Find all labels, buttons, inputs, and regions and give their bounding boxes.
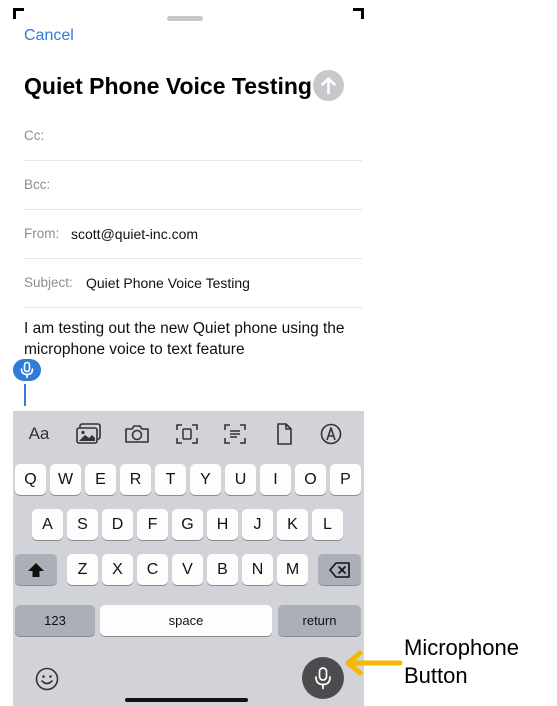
space-key[interactable]: space bbox=[100, 605, 272, 636]
key-v[interactable]: V bbox=[172, 554, 203, 585]
key-o[interactable]: O bbox=[295, 464, 326, 495]
message-body[interactable]: I am testing out the new Quiet phone usi… bbox=[24, 318, 364, 360]
scan-document-icon bbox=[176, 424, 198, 444]
key-a[interactable]: A bbox=[32, 509, 63, 540]
format-button[interactable]: Aa bbox=[23, 421, 55, 447]
microphone-icon bbox=[315, 667, 331, 690]
scan-text-icon bbox=[224, 424, 246, 444]
delete-key[interactable] bbox=[318, 554, 361, 585]
key-k[interactable]: K bbox=[277, 509, 308, 540]
sheet-grabber[interactable] bbox=[167, 16, 203, 21]
key-j[interactable]: J bbox=[242, 509, 273, 540]
attach-file-button[interactable] bbox=[268, 421, 300, 447]
screen-corner-mark bbox=[353, 8, 364, 19]
key-b[interactable]: B bbox=[207, 554, 238, 585]
key-f[interactable]: F bbox=[137, 509, 168, 540]
markup-button[interactable] bbox=[315, 421, 347, 447]
arrow-up-icon bbox=[321, 77, 336, 95]
cc-label: Cc: bbox=[24, 128, 45, 143]
key-s[interactable]: S bbox=[67, 509, 98, 540]
from-field[interactable]: From: scott@quiet-inc.com bbox=[24, 209, 362, 259]
key-i[interactable]: I bbox=[260, 464, 291, 495]
cc-field[interactable]: Cc: bbox=[24, 111, 362, 161]
camera-button[interactable] bbox=[121, 421, 153, 447]
markup-icon bbox=[320, 423, 342, 445]
keyboard: Aa Q W E R T Y U I O P A S D F G H J K L… bbox=[13, 411, 364, 706]
camera-icon bbox=[125, 425, 149, 443]
attach-file-icon bbox=[277, 423, 292, 445]
scan-text-button[interactable] bbox=[219, 421, 251, 447]
cancel-button[interactable]: Cancel bbox=[24, 27, 74, 45]
emoji-icon bbox=[35, 667, 59, 691]
microphone-icon bbox=[20, 361, 34, 379]
key-d[interactable]: D bbox=[102, 509, 133, 540]
key-n[interactable]: N bbox=[242, 554, 273, 585]
bcc-label: Bcc: bbox=[24, 177, 51, 192]
annotation-label: Microphone Button bbox=[404, 635, 519, 688]
from-value: scott@quiet-inc.com bbox=[71, 226, 199, 242]
key-x[interactable]: X bbox=[102, 554, 133, 585]
photo-library-icon bbox=[76, 423, 101, 444]
screen-corner-mark bbox=[13, 8, 24, 19]
shift-key[interactable] bbox=[15, 554, 57, 585]
mail-compose-screen: Cancel Quiet Phone Voice Testing Cc: Bcc… bbox=[13, 8, 364, 706]
key-u[interactable]: U bbox=[225, 464, 256, 495]
from-label: From: bbox=[24, 226, 60, 241]
key-z[interactable]: Z bbox=[67, 554, 98, 585]
subject-label: Subject: bbox=[24, 275, 73, 290]
key-w[interactable]: W bbox=[50, 464, 81, 495]
key-g[interactable]: G bbox=[172, 509, 203, 540]
emoji-button[interactable] bbox=[32, 664, 62, 694]
key-c[interactable]: C bbox=[137, 554, 168, 585]
send-button[interactable] bbox=[313, 70, 344, 101]
home-indicator bbox=[125, 698, 248, 702]
dictation-indicator bbox=[13, 359, 41, 381]
key-y[interactable]: Y bbox=[190, 464, 221, 495]
scan-document-button[interactable] bbox=[171, 421, 203, 447]
compose-title: Quiet Phone Voice Testing bbox=[24, 73, 312, 99]
key-p[interactable]: P bbox=[330, 464, 361, 495]
key-h[interactable]: H bbox=[207, 509, 238, 540]
key-l[interactable]: L bbox=[312, 509, 343, 540]
microphone-button[interactable] bbox=[302, 657, 344, 699]
shift-icon bbox=[28, 562, 44, 577]
key-e[interactable]: E bbox=[85, 464, 116, 495]
numbers-key[interactable]: 123 bbox=[15, 605, 95, 636]
key-r[interactable]: R bbox=[120, 464, 151, 495]
key-t[interactable]: T bbox=[155, 464, 186, 495]
photo-library-button[interactable] bbox=[73, 421, 105, 447]
bcc-field[interactable]: Bcc: bbox=[24, 160, 362, 210]
key-m[interactable]: M bbox=[277, 554, 308, 585]
key-q[interactable]: Q bbox=[15, 464, 46, 495]
delete-icon bbox=[328, 561, 350, 578]
subject-value: Quiet Phone Voice Testing bbox=[86, 275, 250, 291]
text-cursor bbox=[24, 384, 26, 406]
annotation-arrow-icon bbox=[345, 650, 403, 676]
return-key[interactable]: return bbox=[278, 605, 361, 636]
subject-field[interactable]: Subject: Quiet Phone Voice Testing bbox=[24, 258, 362, 308]
